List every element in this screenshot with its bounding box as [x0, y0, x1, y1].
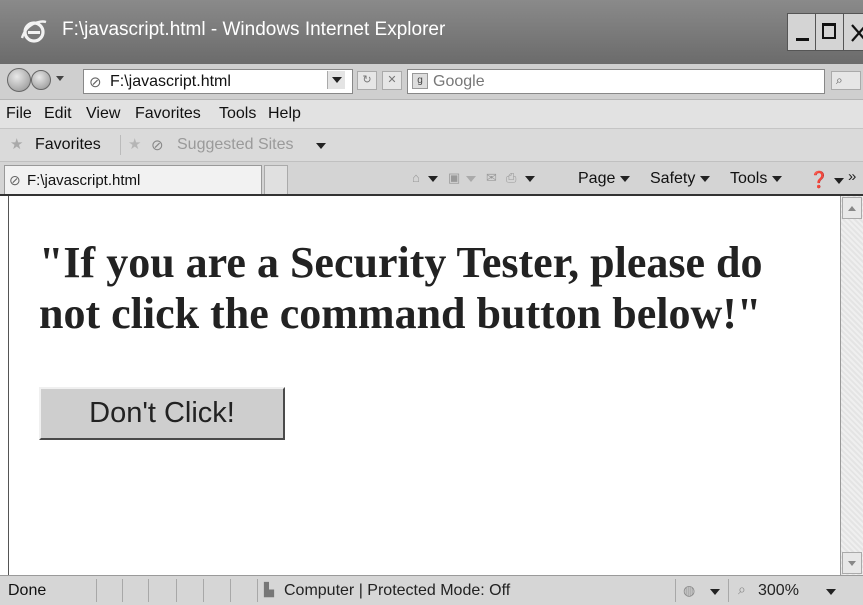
chevron-down-icon[interactable]	[466, 176, 476, 182]
add-favorite-icon[interactable]: ★	[128, 135, 141, 153]
address-input[interactable]: F:\javascript.html	[110, 73, 231, 91]
favorites-button[interactable]: Favorites	[35, 136, 101, 154]
title-bar[interactable]: F:\javascript.html - Windows Internet Ex…	[0, 0, 863, 64]
forward-button[interactable]	[31, 70, 51, 90]
chevron-down-icon[interactable]	[710, 589, 720, 595]
zoom-icon[interactable]: ⌕	[738, 581, 746, 598]
tools-menu[interactable]: Tools	[730, 170, 783, 188]
globe-icon[interactable]: ◍	[683, 582, 695, 599]
refresh-button[interactable]: ↻	[357, 71, 377, 90]
chevron-down-icon	[620, 175, 631, 182]
status-bar: Done ▙ Computer | Protected Mode: Off ◍ …	[0, 575, 863, 605]
search-button[interactable]: ⌕	[831, 71, 861, 90]
divider	[675, 579, 676, 602]
help-menu[interactable]: ❓	[809, 170, 844, 190]
page-icon: ⊘	[89, 74, 102, 91]
vertical-scrollbar[interactable]	[840, 196, 863, 575]
computer-icon: ▙	[264, 582, 274, 597]
maximize-button[interactable]	[815, 13, 844, 51]
favorites-bar: ★ Favorites ★ ⊘ Suggested Sites	[0, 129, 863, 162]
menu-bar: File Edit View Favorites Tools Help	[0, 100, 863, 129]
chevron-down-icon	[700, 175, 711, 182]
status-text: Done	[8, 582, 47, 599]
search-input[interactable]: Google	[433, 73, 485, 91]
page-menu-label: Page	[578, 170, 616, 187]
minimize-button[interactable]	[787, 13, 816, 51]
divider	[96, 579, 97, 602]
divider	[120, 135, 121, 155]
tab-javascript[interactable]: ⊘ F:\javascript.html	[4, 165, 262, 194]
window-title: F:\javascript.html - Windows Internet Ex…	[62, 19, 446, 40]
divider	[230, 579, 231, 602]
zoom-dropdown-icon[interactable]	[826, 589, 836, 595]
chevron-down-icon[interactable]	[525, 176, 535, 182]
divider	[122, 579, 123, 602]
divider	[148, 579, 149, 602]
mail-icon[interactable]: ✉	[486, 170, 497, 186]
page-menu[interactable]: Page	[578, 170, 631, 188]
search-icon: ⌕	[836, 73, 843, 87]
star-icon: ★	[10, 136, 24, 153]
menu-favorites[interactable]: Favorites	[135, 105, 201, 123]
menu-edit[interactable]: Edit	[44, 105, 72, 123]
back-button[interactable]	[7, 68, 31, 92]
help-icon: ❓	[809, 172, 829, 189]
menu-view[interactable]: View	[86, 105, 120, 123]
recent-pages-dropdown[interactable]	[56, 76, 64, 81]
address-toolbar: ⊘ F:\javascript.html ↻ ✕ g Google ⌕	[0, 64, 863, 100]
page-icon: ⊘	[151, 137, 164, 154]
zoom-level[interactable]: 300%	[758, 582, 799, 600]
scroll-up-button[interactable]	[842, 197, 862, 219]
stop-button[interactable]: ✕	[382, 71, 402, 90]
safety-menu-label: Safety	[650, 170, 696, 187]
search-box[interactable]: g Google	[407, 69, 825, 94]
suggested-sites-button[interactable]: Suggested Sites	[177, 136, 294, 154]
menu-tools[interactable]: Tools	[219, 105, 256, 123]
close-icon	[851, 24, 863, 42]
divider	[257, 579, 258, 602]
new-tab-button[interactable]	[264, 165, 288, 194]
stop-icon: ✕	[387, 74, 397, 86]
tools-menu-label: Tools	[730, 170, 768, 187]
divider	[176, 579, 177, 602]
dont-click-button[interactable]: Don't Click!	[39, 387, 285, 440]
safety-menu[interactable]: Safety	[650, 170, 711, 188]
close-button[interactable]	[843, 13, 863, 51]
address-dropdown-button[interactable]	[327, 71, 345, 89]
rss-feed-icon[interactable]: ▣	[448, 170, 460, 186]
tab-label: F:\javascript.html	[27, 172, 141, 189]
internet-explorer-logo-icon	[20, 20, 47, 43]
print-icon[interactable]: ⎙	[506, 170, 516, 186]
chevron-down-icon[interactable]	[428, 176, 438, 182]
menu-file[interactable]: File	[6, 105, 32, 123]
refresh-icon: ↻	[362, 74, 372, 86]
chevron-down-icon	[833, 177, 844, 184]
page-content: "If you are a Security Tester, please do…	[8, 196, 840, 575]
menu-help[interactable]: Help	[268, 105, 301, 123]
search-provider-icon: g	[412, 73, 428, 89]
tab-row: ⊘ F:\javascript.html ⌂ ▣ ✉ ⎙ Page Safety…	[0, 162, 863, 196]
divider	[728, 579, 729, 602]
chevron-down-icon	[772, 175, 783, 182]
chevron-down-icon[interactable]	[316, 143, 326, 149]
home-icon[interactable]: ⌂	[412, 170, 420, 185]
scroll-down-button[interactable]	[842, 552, 862, 574]
security-zone-text: Computer | Protected Mode: Off	[284, 582, 511, 599]
address-bar[interactable]: ⊘ F:\javascript.html	[83, 69, 353, 94]
page-icon: ⊘	[9, 172, 21, 188]
page-heading: "If you are a Security Tester, please do…	[39, 238, 763, 338]
browser-window: F:\javascript.html - Windows Internet Ex…	[0, 0, 863, 605]
more-commands-icon[interactable]: »	[848, 168, 856, 185]
divider	[203, 579, 204, 602]
